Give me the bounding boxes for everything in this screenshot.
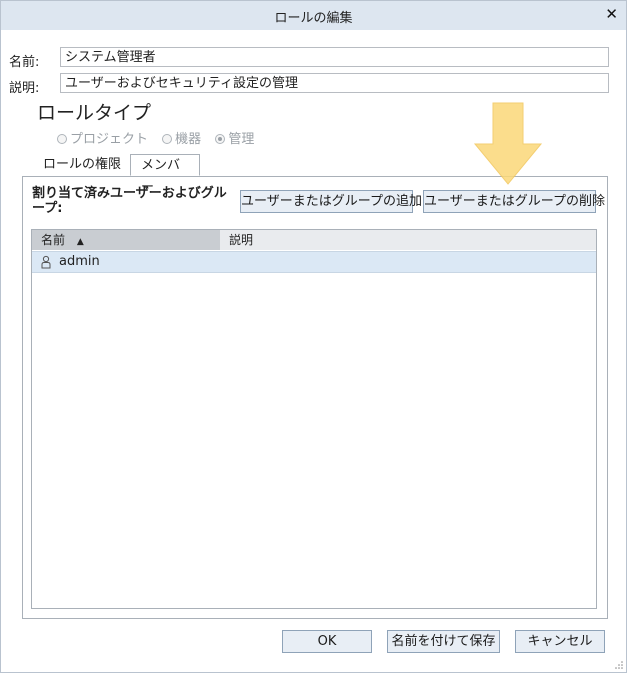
close-icon[interactable]: ✕: [605, 5, 618, 23]
role-type-option-equipment[interactable]: 機器: [162, 128, 201, 147]
name-field[interactable]: システム管理者: [60, 47, 609, 67]
ok-button[interactable]: OK: [282, 630, 372, 653]
radio-project[interactable]: [57, 134, 67, 144]
role-type-options: プロジェクト 機器 管理: [57, 128, 264, 147]
table-row[interactable]: admin: [32, 251, 596, 273]
role-type-option-project[interactable]: プロジェクト: [57, 128, 148, 147]
radio-equipment[interactable]: [162, 134, 173, 144]
role-type-option-admin[interactable]: 管理: [215, 128, 254, 147]
role-type-option-label: 管理: [228, 132, 255, 147]
down-arrow-annotation: [473, 102, 543, 185]
role-type-heading: ロールタイプ: [37, 102, 152, 124]
tab-role-permissions[interactable]: ロールの権限: [33, 154, 131, 176]
role-type-option-label: プロジェクト: [70, 132, 149, 147]
edit-role-dialog: ロールの編集 ✕ 名前: システム管理者 説明: ユーザーおよびセキュリティ設定…: [0, 0, 627, 673]
tab-members[interactable]: メンバー: [130, 154, 200, 195]
cancel-button[interactable]: キャンセル: [515, 630, 605, 653]
name-label: 名前:: [9, 55, 40, 70]
title-bar[interactable]: ロールの編集 ✕: [1, 1, 626, 30]
column-header-name[interactable]: 名前 ▲: [32, 230, 220, 250]
dialog-title: ロールの編集: [274, 11, 353, 26]
radio-admin[interactable]: [215, 134, 226, 144]
description-label: 説明:: [9, 81, 40, 96]
members-table: 名前 ▲ 説明 admin: [31, 229, 597, 609]
add-user-or-group-button[interactable]: ユーザーまたはグループの追加: [240, 190, 422, 213]
resize-grip-icon[interactable]: [614, 660, 623, 669]
column-header-description[interactable]: 説明: [220, 230, 596, 250]
user-icon: [41, 255, 51, 269]
column-header-name-label: 名前: [41, 233, 66, 247]
sort-ascending-icon: ▲: [76, 237, 84, 247]
assigned-members-label: 割り当て済みユーザーおよびグループ:: [32, 186, 227, 216]
row-name: admin: [59, 254, 100, 269]
remove-user-or-group-button[interactable]: ユーザーまたはグループの削除: [423, 190, 605, 213]
save-as-button[interactable]: 名前を付けて保存: [387, 630, 500, 653]
role-type-option-label: 機器: [175, 132, 202, 147]
description-field[interactable]: ユーザーおよびセキュリティ設定の管理: [60, 73, 609, 93]
